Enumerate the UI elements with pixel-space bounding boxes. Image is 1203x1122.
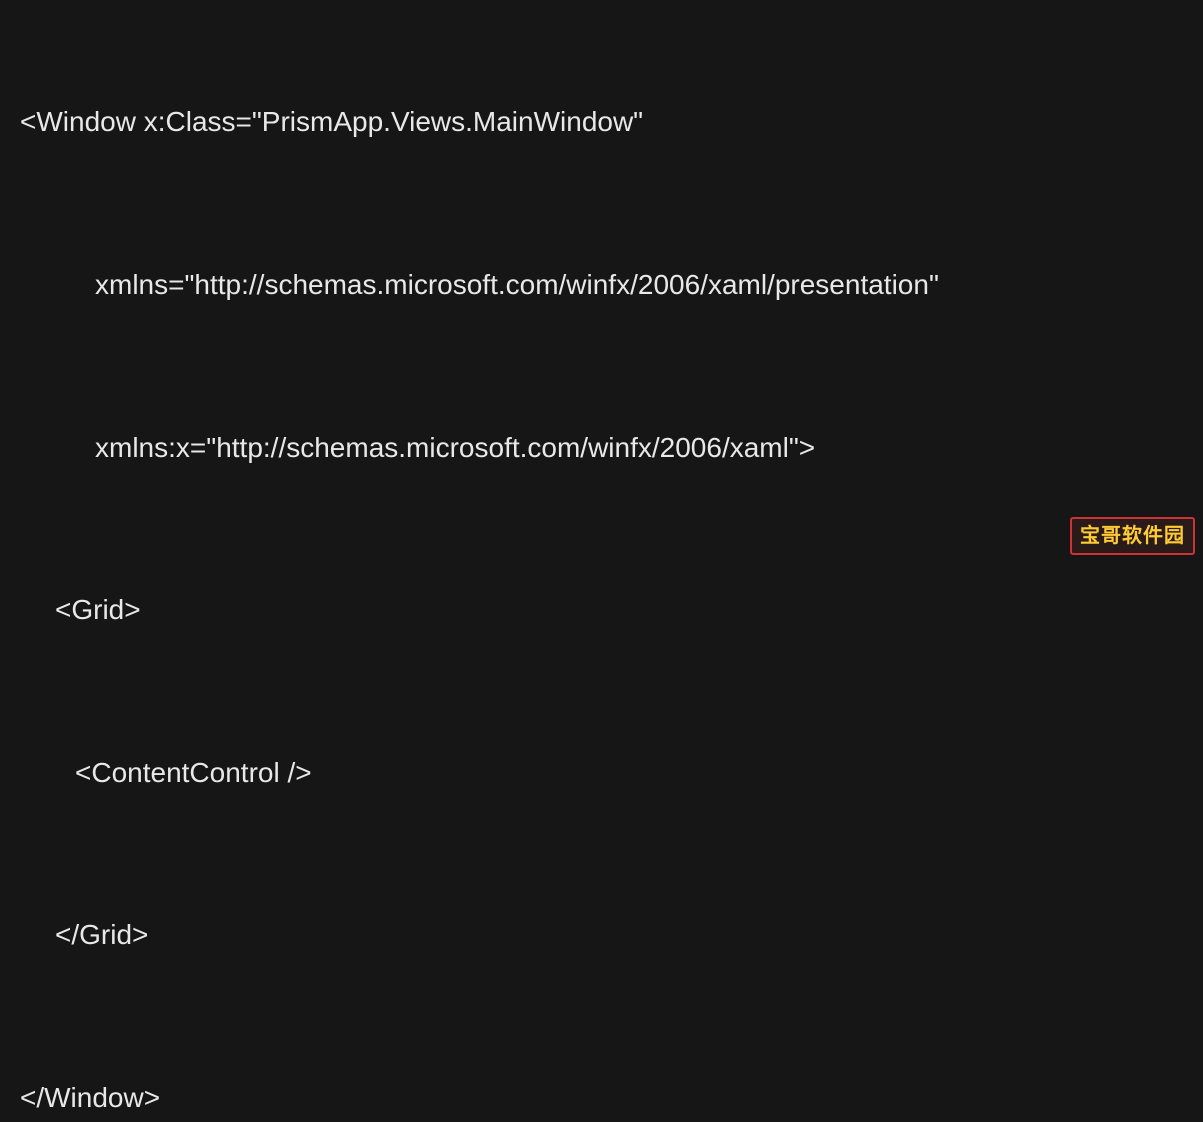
code-line-7: </Window>: [20, 1078, 1183, 1117]
code-line-1: <Window x:Class="PrismApp.Views.MainWind…: [20, 102, 1183, 141]
code-line-4: <Grid>: [20, 590, 1183, 629]
code-line-5: <ContentControl />: [20, 753, 1183, 792]
code-line-3: xmlns:x="http://schemas.microsoft.com/wi…: [20, 428, 1183, 467]
code-block: <Window x:Class="PrismApp.Views.MainWind…: [20, 24, 1183, 1122]
code-line-2: xmlns="http://schemas.microsoft.com/winf…: [20, 265, 1183, 304]
watermark-badge: 宝哥软件园: [1070, 517, 1195, 555]
code-line-6: </Grid>: [20, 915, 1183, 954]
